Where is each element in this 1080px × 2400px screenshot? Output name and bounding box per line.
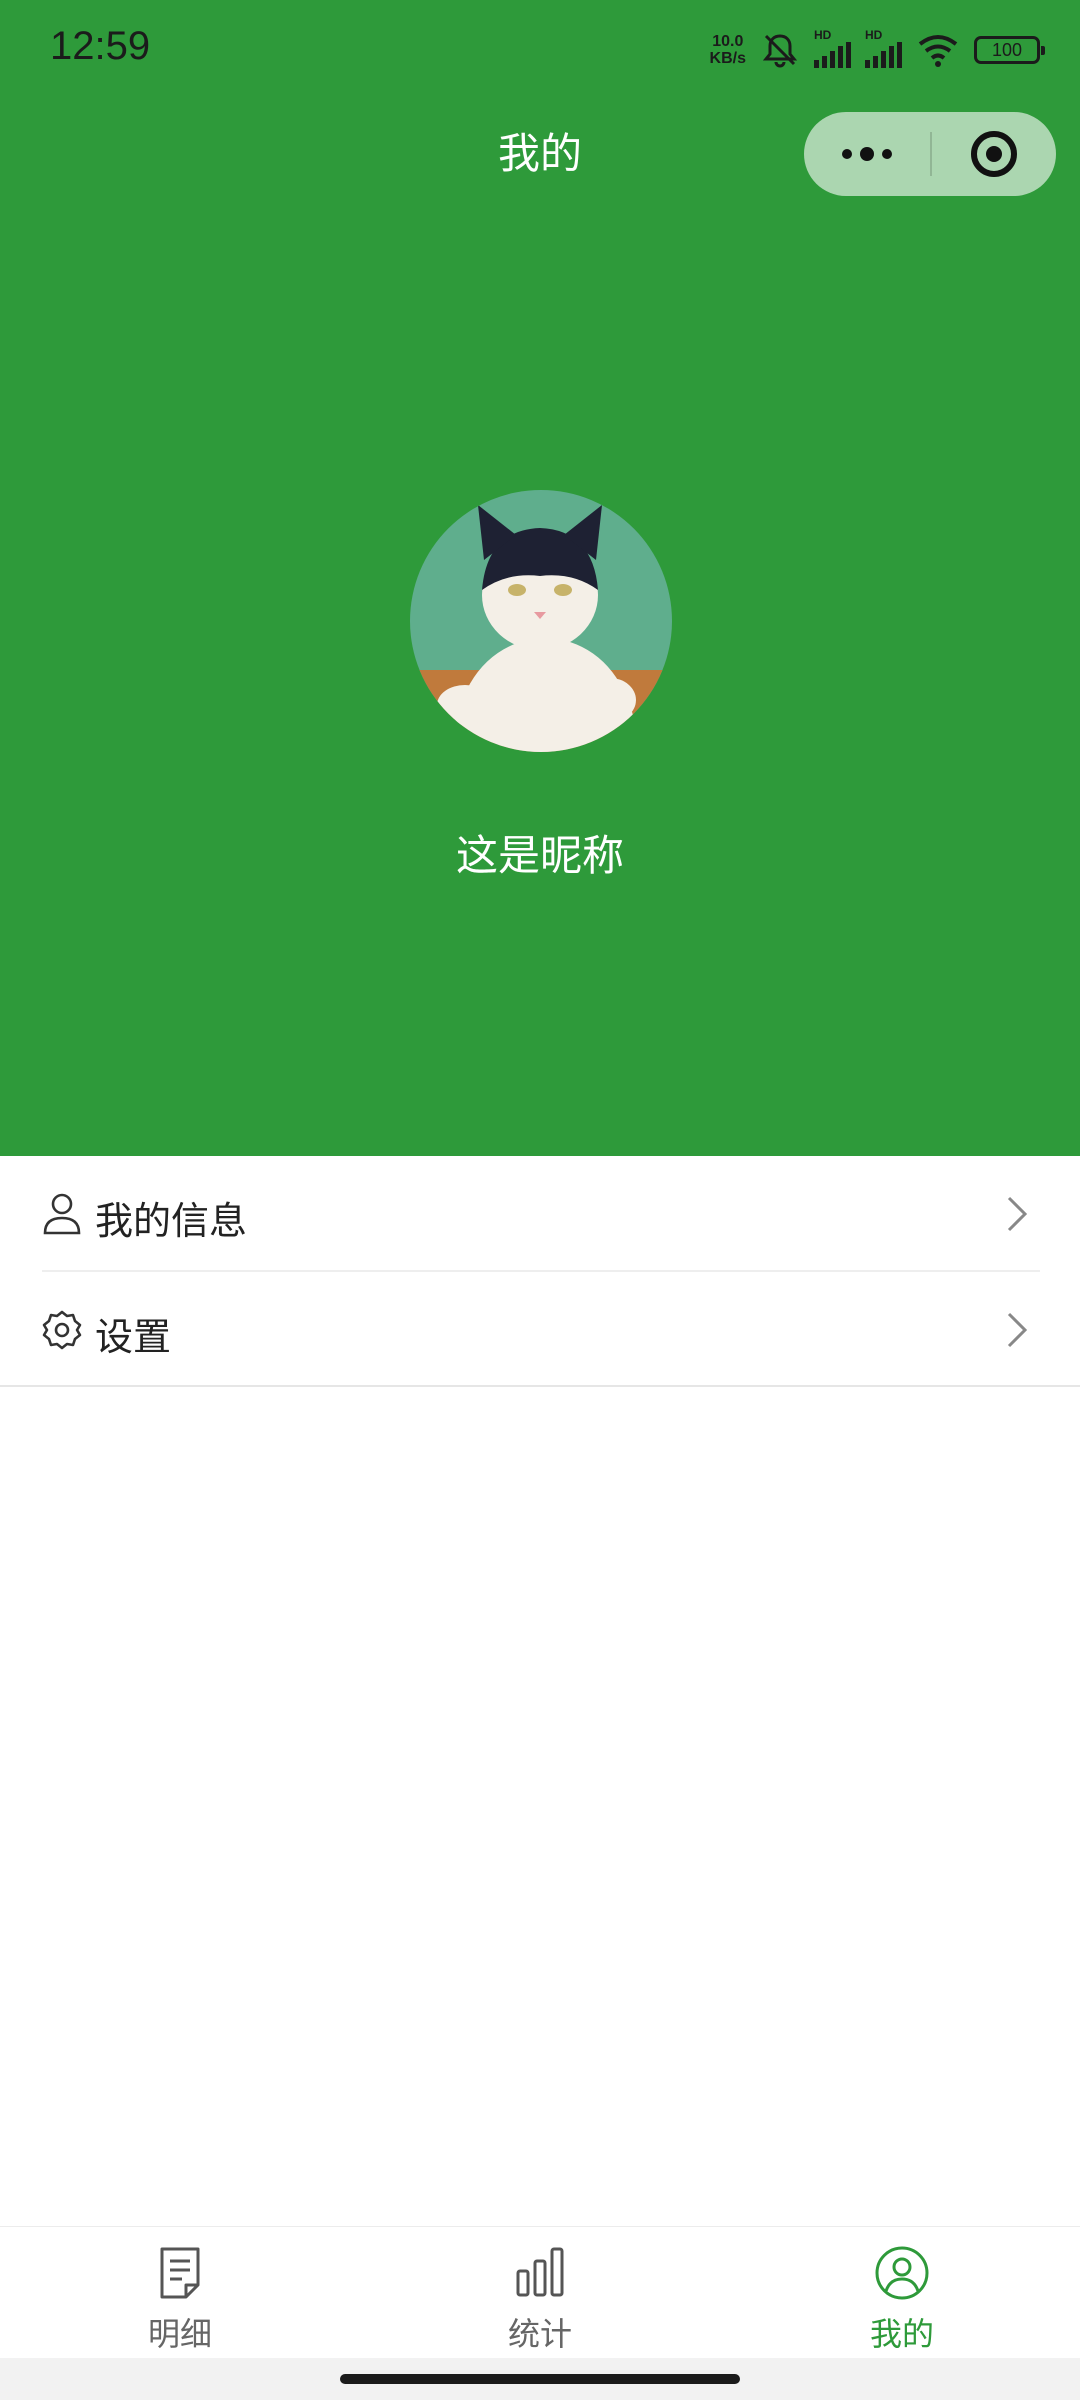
- status-time: 12:59: [50, 24, 151, 68]
- tab-label: 统计: [507, 2315, 572, 2353]
- more-dots-icon[interactable]: [804, 112, 930, 196]
- net-speed: 10.0 KB/s: [710, 33, 746, 67]
- menu-item-my-info[interactable]: 我的信息: [0, 1156, 1080, 1272]
- chevron-right-icon: [1007, 1312, 1028, 1348]
- mini-program-capsule: [804, 112, 1056, 196]
- tab-mine[interactable]: 我的: [802, 2227, 1002, 2359]
- net-speed-value: 10.0: [712, 33, 744, 50]
- tab-label: 明细: [147, 2315, 212, 2353]
- mute-icon: [762, 34, 798, 68]
- user-icon: [43, 1193, 81, 1235]
- menu-bottom-border: [0, 1385, 1080, 1387]
- menu-item-label: 设置: [95, 1315, 172, 1359]
- document-icon: [160, 2247, 200, 2299]
- signal-hd-label: HD: [814, 28, 832, 42]
- menu-list: 我的信息 设置: [0, 1156, 1080, 1388]
- signal-hd-label: HD: [865, 28, 883, 42]
- tab-label: 我的: [869, 2315, 934, 2353]
- home-indicator[interactable]: [340, 2374, 740, 2384]
- tab-details[interactable]: 明细: [80, 2227, 280, 2359]
- status-bar: 12:59 10.0 KB/s HD HD 100: [0, 0, 1080, 100]
- nickname: 这是昵称: [455, 831, 624, 880]
- tab-statistics[interactable]: 统计: [440, 2227, 640, 2359]
- avatar[interactable]: [410, 490, 672, 752]
- menu-item-settings[interactable]: 设置: [0, 1272, 1080, 1388]
- tab-bar: 明细 统计 我的: [0, 2226, 1080, 2358]
- menu-divider: [42, 1270, 1040, 1272]
- wifi-icon: [918, 35, 958, 67]
- gear-icon: [42, 1310, 82, 1350]
- cat-avatar-image: [410, 490, 672, 752]
- signal-icon: HD: [814, 28, 851, 68]
- user-circle-icon: [875, 2246, 929, 2300]
- menu-item-label: 我的信息: [95, 1199, 248, 1243]
- signal-icon: HD: [865, 28, 902, 68]
- chevron-right-icon: [1007, 1196, 1028, 1232]
- status-icons: 10.0 KB/s HD HD 100: [710, 26, 1045, 74]
- target-icon[interactable]: [932, 112, 1056, 196]
- net-speed-unit: KB/s: [709, 50, 746, 67]
- bar-chart-icon: [516, 2247, 564, 2297]
- battery-icon: 100: [974, 36, 1045, 64]
